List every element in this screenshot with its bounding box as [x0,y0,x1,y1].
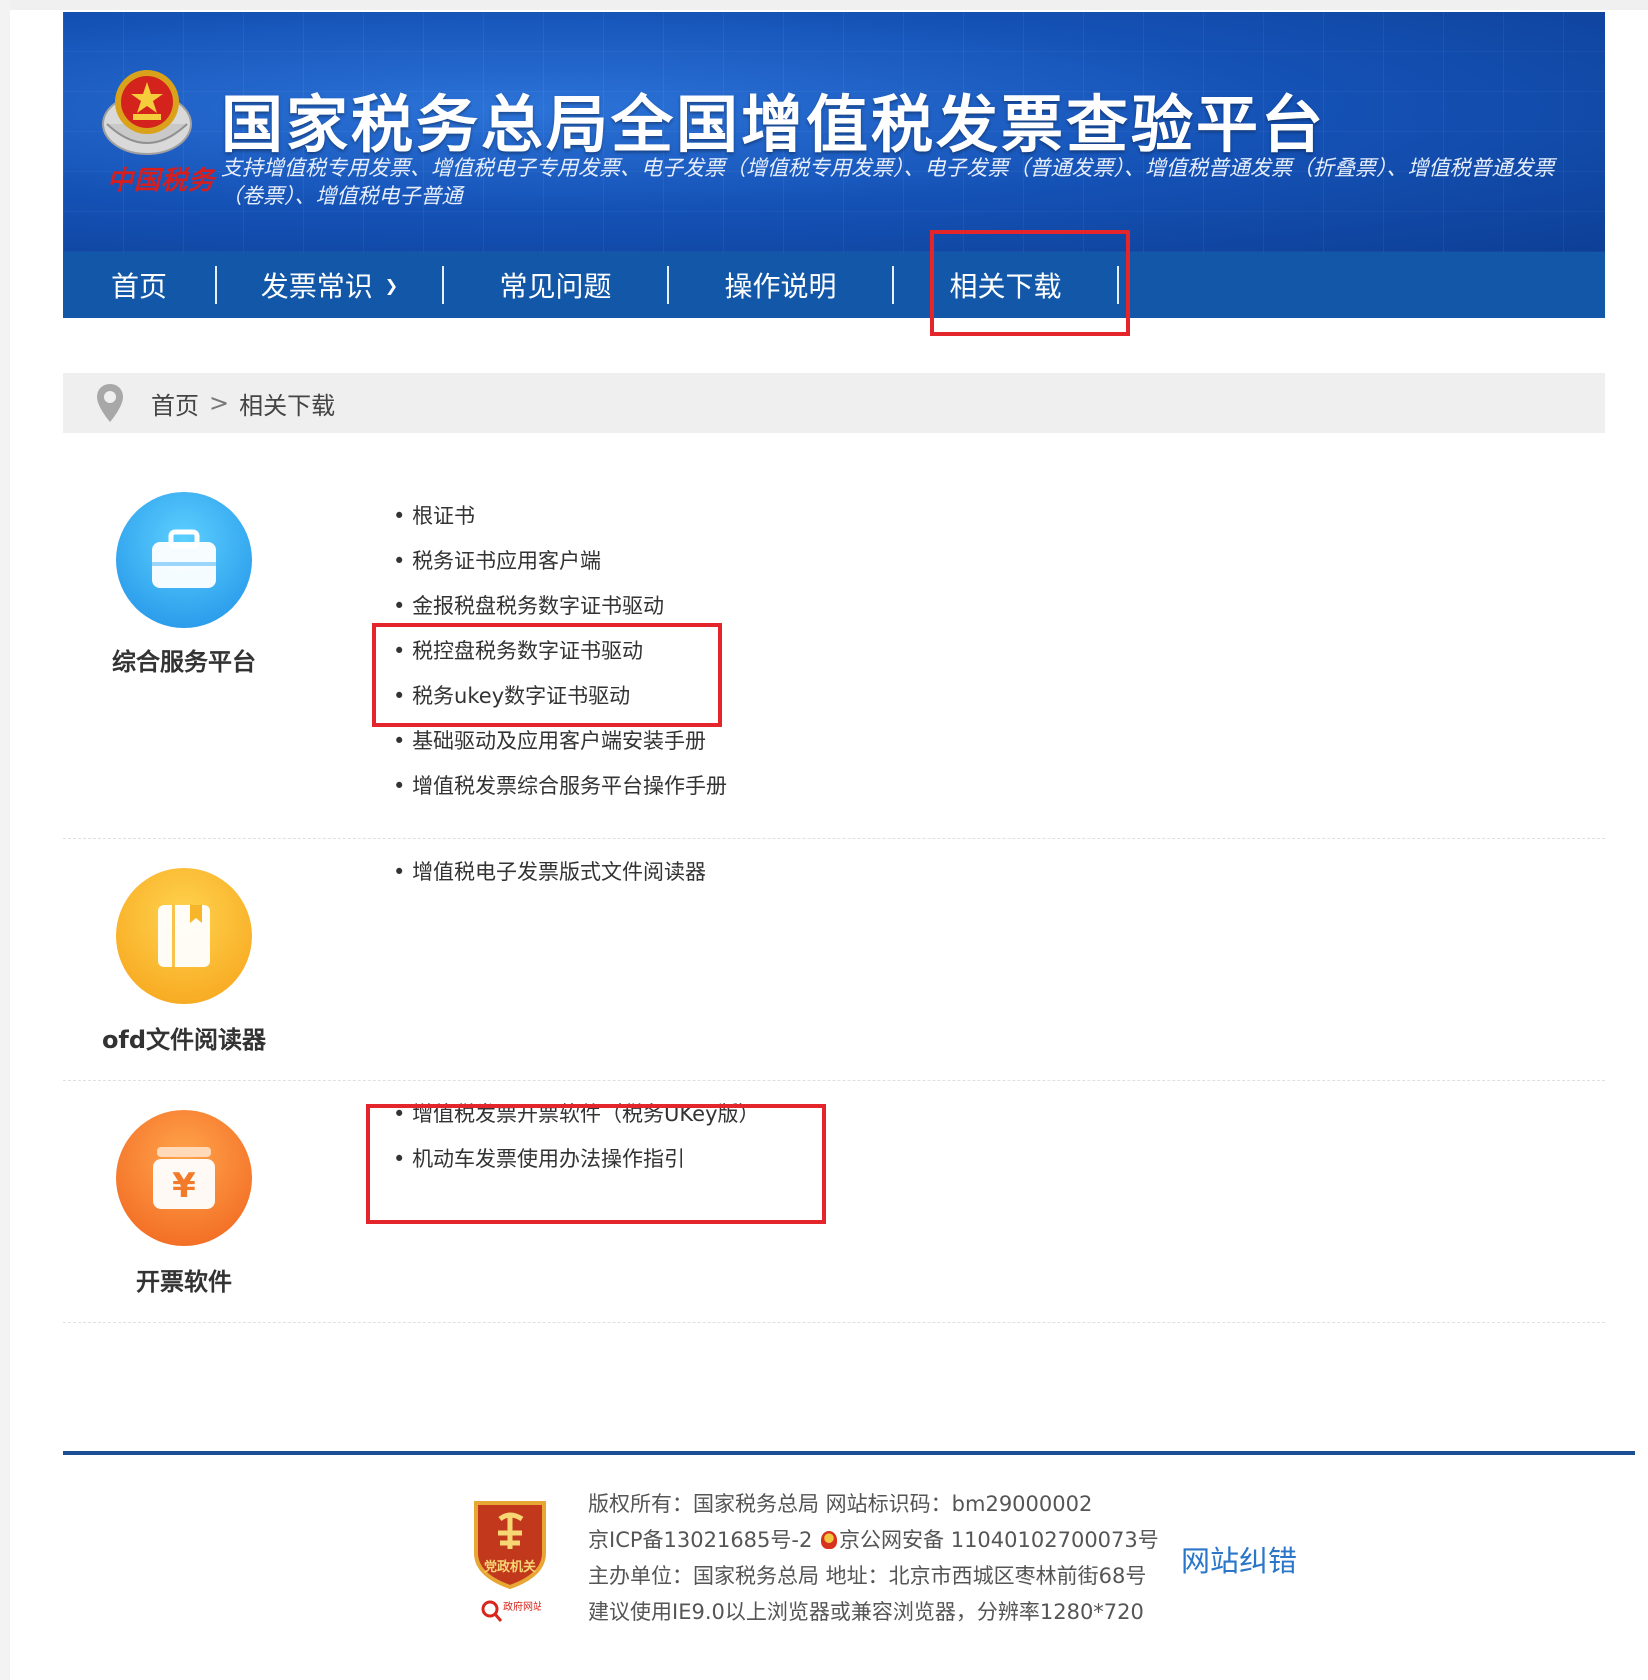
briefcase-icon [116,492,252,628]
party-gov-logo-text: 党政机关 [484,1559,536,1575]
yuan-box-icon: ¥ [116,1110,252,1246]
chevron-down-icon: ❯ [384,275,399,295]
site-subtitle: 支持增值税专用发票、增值税电子专用发票、电子发票（增值税专用发票）、电子发票（普… [221,156,1555,208]
highlight-box-nav [930,230,1130,336]
nav-faq[interactable]: 常见问题 [444,252,667,318]
nav-invoice-knowledge-label: 发票常识 [260,270,373,303]
section-invoicing-software: ¥ 开票软件 增值税发票开票软件（税务UKey版） 机动车发票使用办法操作指引 [63,1080,1605,1323]
section-title: 综合服务平台 [112,648,256,676]
footer-icp-number[interactable]: 京ICP备13021685号-2 [588,1528,819,1552]
nav-home[interactable]: 首页 [63,252,215,318]
site-title: 国家税务总局全国增值税发票查验平台 [221,88,1327,161]
footer-icp: 京ICP备13021685号-2 京公网安备 11040102700073号 [588,1522,1159,1558]
download-link[interactable]: 税务证书应用客户端 [393,539,727,584]
book-icon [116,868,252,1004]
svg-text:¥: ¥ [172,1166,196,1206]
location-pin-icon [97,384,123,422]
section-ofd-reader: ofd文件阅读器 增值税电子发票版式文件阅读器 [63,838,1605,1081]
breadcrumb: 首页 > 相关下载 [63,373,1605,433]
section-title: 开票软件 [136,1268,232,1296]
nav-faq-label: 常见问题 [499,270,612,303]
download-link[interactable]: 增值税电子发票版式文件阅读器 [393,850,706,895]
nav-invoice-knowledge[interactable]: 发票常识 ❯ [217,252,442,318]
nav-instructions[interactable]: 操作说明 [669,252,892,318]
breadcrumb-separator: > [209,389,230,417]
main-nav: 首页 发票常识 ❯ 常见问题 操作说明 相关下载 [63,252,1605,318]
download-link[interactable]: 根证书 [393,494,727,539]
breadcrumb-home[interactable]: 首页 [151,386,199,421]
tax-logo-script: 中国税务 [107,166,216,196]
footer-host: 主办单位：国家税务总局 地址：北京市西城区枣林前街68号 [588,1564,1147,1588]
highlight-box-software [366,1104,826,1224]
national-emblem-icon [102,70,192,155]
left-strip [0,0,10,1680]
section-service-platform: 综合服务平台 根证书 税务证书应用客户端 金报税盘税务数字证书驱动 税控盘税务数… [63,478,1605,839]
footer-info: 版权所有：国家税务总局 网站标识码：bm29000002 京ICP备130216… [588,1486,1159,1630]
download-list: 增值税电子发票版式文件阅读器 [393,850,706,895]
breadcrumb-current: 相关下载 [239,391,336,420]
gov-site-error-badge[interactable]: 政府网站找错 [481,1597,541,1627]
nav-instructions-label: 操作说明 [724,270,837,303]
gov-site-error-badge-text: 政府网站找错 [503,1600,541,1613]
download-link[interactable]: 增值税发票综合服务平台操作手册 [393,764,727,809]
footer-browser-tip: 建议使用IE9.0以上浏览器或兼容浏览器，分辨率1280*720 [588,1600,1144,1624]
footer-divider [63,1451,1635,1455]
nav-home-label: 首页 [110,270,167,303]
report-error-link[interactable]: 网站纠错 [1181,1538,1297,1580]
footer-copyright: 版权所有：国家税务总局 网站标识码：bm29000002 [588,1492,1093,1516]
section-title: ofd文件阅读器 [101,1026,267,1054]
highlight-box-drivers [372,623,722,727]
footer-police-record[interactable]: 京公网安备 11040102700073号 [839,1528,1159,1552]
top-strip [0,0,1648,10]
header-banner: 中国税务 国家税务总局全国增值税发票查验平台 支持增值税专用发票、增值税电子专用… [63,12,1605,252]
party-gov-logo: 党政机关 [474,1501,546,1589]
police-badge-icon [821,1531,838,1549]
